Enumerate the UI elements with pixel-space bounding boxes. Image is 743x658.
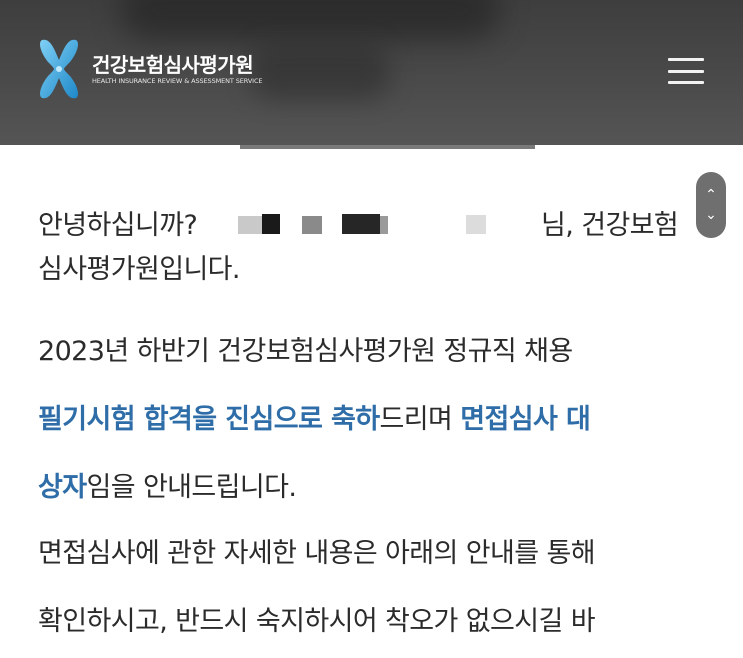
info-line-2: 확인하시고, 반드시 숙지하시어 착오가 없으시길 바 — [38, 606, 596, 637]
redacted-name — [302, 216, 322, 234]
header-divider — [240, 145, 535, 149]
blurred-overlay — [120, 0, 500, 40]
greeting-suffix: 님, 건강보험 — [541, 210, 679, 241]
highlight-congrats: 필기시험 합격을 진심으로 축하 — [38, 404, 380, 435]
redacted-name — [380, 216, 388, 234]
redacted-name — [262, 214, 280, 234]
connector-text: 드리며 — [379, 404, 461, 435]
notice-line-1: 2023년 하반기 건강보험심사평가원 정규직 채용 — [38, 336, 573, 367]
app-header: 건강보험심사평가원 HEALTH INSURANCE REVIEW & ASSE… — [0, 0, 743, 145]
hira-logo-icon[interactable] — [36, 38, 82, 100]
info-line-1: 면접심사에 관한 자세한 내용은 아래의 안내를 통해 — [38, 538, 596, 569]
greeting-line-2: 심사평가원입니다. — [38, 254, 241, 285]
highlight-interview: 면접심사 대 — [460, 404, 591, 435]
notice-line-2: 필기시험 합격을 진심으로 축하드리며 면접심사 대 — [38, 402, 591, 438]
redacted-name — [466, 215, 486, 234]
chevron-up-icon[interactable]: ⌃ — [705, 185, 717, 205]
greeting-prefix: 안녕하십니까? — [38, 210, 198, 241]
notice-end: 임을 안내드립니다. — [86, 472, 297, 503]
blurred-overlay — [250, 45, 390, 100]
hamburger-menu-icon[interactable] — [668, 58, 704, 84]
org-name: 건강보험심사평가원 — [92, 53, 254, 77]
redacted-name — [238, 216, 262, 234]
highlight-target: 상자 — [38, 472, 87, 503]
notice-line-3: 상자임을 안내드립니다. — [38, 470, 297, 506]
greeting-line: 안녕하십니까? 님, 건강보험 — [38, 208, 718, 244]
org-subtitle: HEALTH INSURANCE REVIEW & ASSESSMENT SER… — [92, 77, 263, 85]
redacted-name — [342, 214, 380, 234]
